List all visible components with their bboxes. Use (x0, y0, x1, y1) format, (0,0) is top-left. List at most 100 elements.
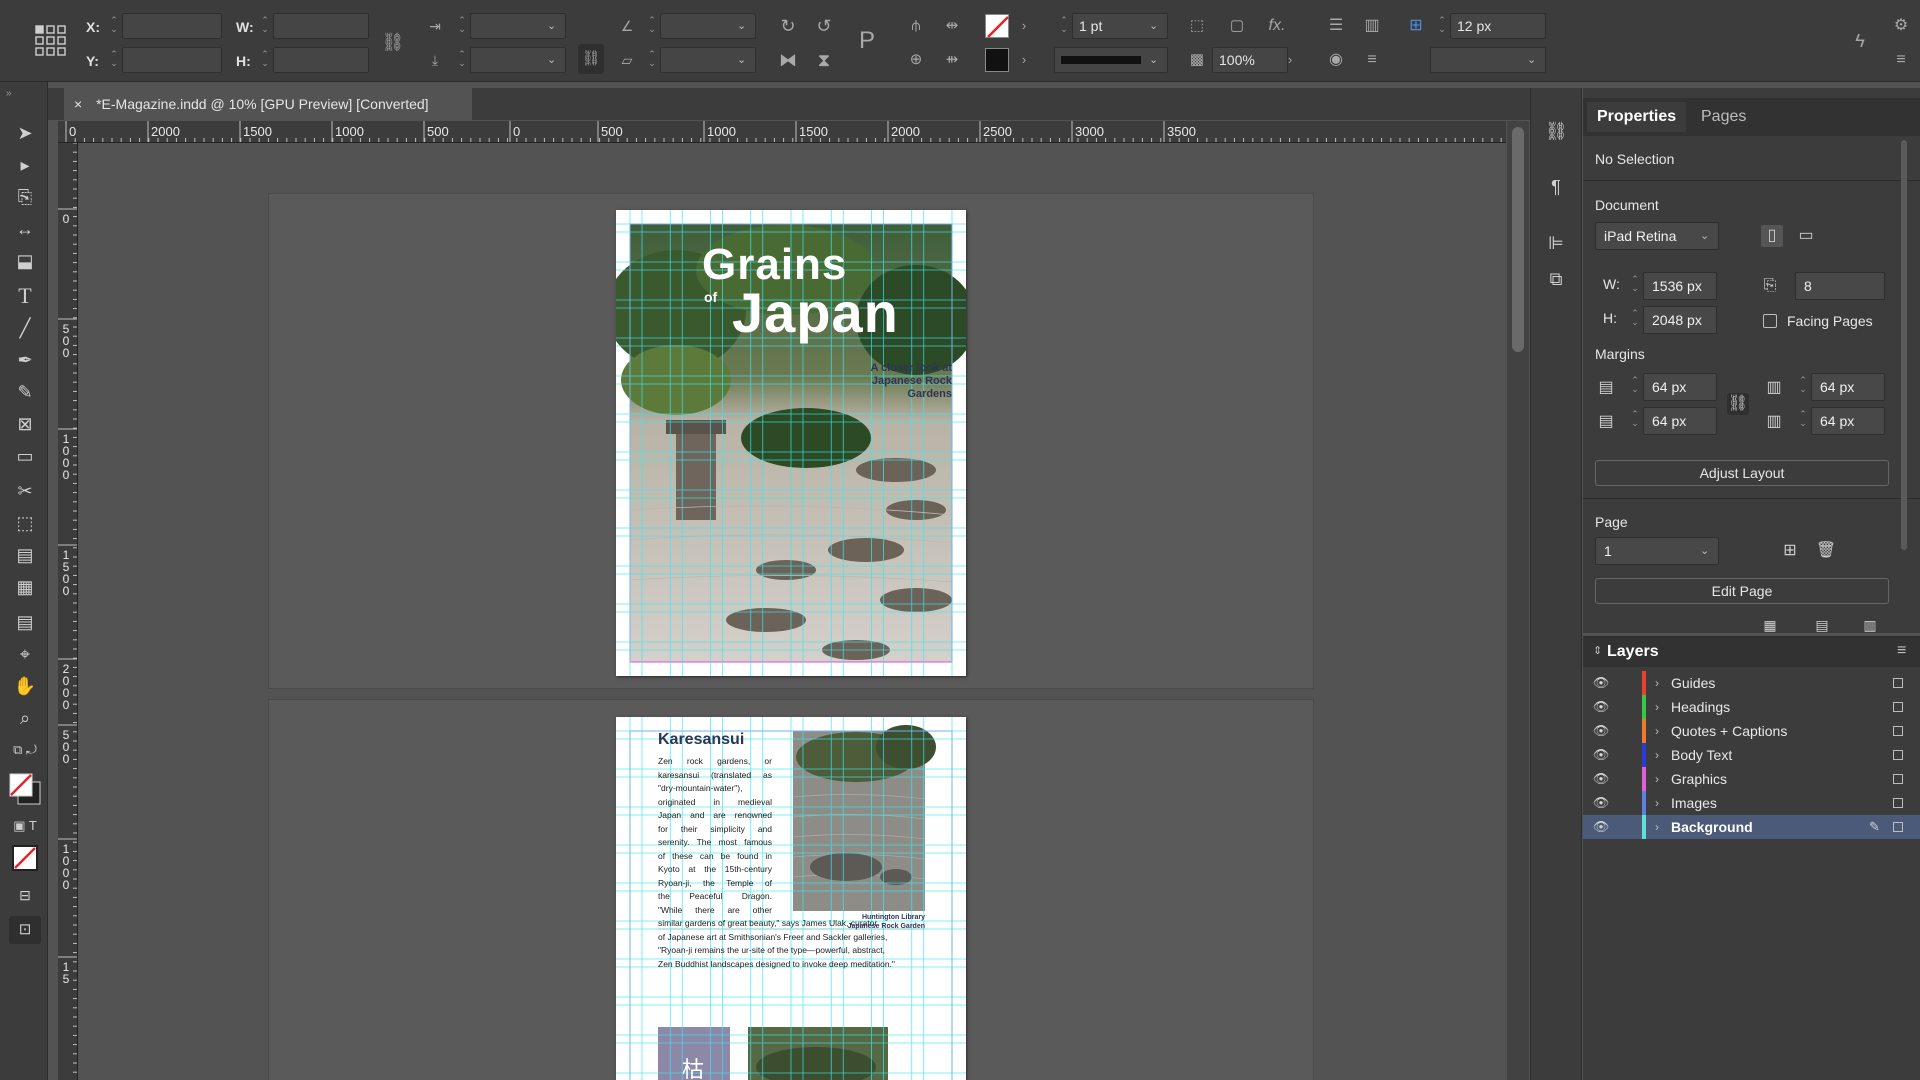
doc-height-stepper[interactable]: ⌃ ⌄ (1629, 309, 1641, 331)
link-margins-icon[interactable]: ⛓ (1727, 393, 1749, 415)
stroke-weight-stepper[interactable]: ⌃ ⌄ (1058, 16, 1070, 38)
rectangle-tool-icon[interactable]: ▭ (10, 443, 40, 469)
shear-field[interactable]: ⌄ (660, 47, 756, 73)
direct-selection-tool-icon[interactable]: ▸ (10, 152, 40, 178)
layer-target-box[interactable] (1893, 822, 1903, 832)
drop-shadow-icon[interactable]: ▢ (1226, 15, 1248, 37)
scale-x-stepper[interactable]: ⌃ ⌄ (456, 16, 468, 38)
margin-left-field[interactable]: 64 px (1811, 373, 1885, 401)
adjust-layout-button[interactable]: Adjust Layout (1595, 460, 1889, 486)
stroke-type-dropdown[interactable]: ⌄ (1054, 47, 1168, 73)
eye-icon[interactable]: 👁 (1592, 723, 1610, 739)
collapse-toolbar-icon[interactable]: » (6, 88, 18, 99)
w-field[interactable] (273, 13, 369, 39)
stroke-black-swatch[interactable] (985, 48, 1009, 72)
rotate-ccw-icon[interactable]: ↺ (812, 15, 836, 37)
expand-chevron-icon[interactable]: › (1655, 723, 1659, 739)
effects-fx-icon[interactable]: fx. (1264, 15, 1290, 37)
eye-icon[interactable]: 👁 (1592, 795, 1610, 811)
select-previous-icon[interactable]: ⇹ (940, 15, 964, 37)
selection-tool-icon[interactable]: ➤ (10, 120, 40, 146)
layer-target-box[interactable] (1893, 750, 1903, 760)
grid-icon[interactable]: ▦ (1759, 614, 1781, 636)
doc-width-field[interactable]: 1536 px (1643, 272, 1717, 300)
gradient-feather-tool-icon[interactable]: ▦ (10, 574, 40, 600)
doc-width-stepper[interactable]: ⌃ ⌄ (1629, 275, 1641, 297)
preview-mode-icon[interactable]: ⊡ (9, 916, 41, 944)
expand-chevron-icon[interactable]: › (1655, 747, 1659, 763)
fill-stroke-swatch[interactable] (8, 772, 42, 806)
margin-right-field[interactable]: 64 px (1811, 407, 1885, 435)
margin-top-field[interactable]: 64 px (1643, 373, 1717, 401)
screen-mode-icon[interactable]: ⊟ (10, 882, 40, 908)
article-page[interactable]: Karesansui Zen rock gardens, or karesansu… (616, 717, 966, 1080)
flip-horizontal-icon[interactable]: ⧓ (776, 49, 800, 71)
vertical-ruler[interactable]: 0 500 1000 1500 2000 500 1000 15 (58, 143, 78, 1080)
layer-row-quotes-captions[interactable]: 👁 › Quotes + Captions (1583, 719, 1920, 743)
w-stepper[interactable]: ⌃ ⌄ (259, 16, 271, 38)
stroke-menu-chevron-icon[interactable]: › (1016, 49, 1032, 71)
properties-scrollbar[interactable] (1901, 140, 1907, 550)
margin-top-stepper[interactable]: ⌃ ⌄ (1629, 376, 1641, 398)
layer-row-guides[interactable]: 👁 › Guides (1583, 671, 1920, 695)
page-number-dropdown[interactable]: 1 ⌄ (1595, 537, 1719, 565)
y-stepper[interactable]: ⌃ ⌄ (108, 50, 120, 72)
cover-page[interactable]: Grains of Japan A closer look at Japanes… (616, 210, 966, 676)
scissors-tool-icon[interactable]: ✂ (10, 478, 40, 504)
pencil-tool-icon[interactable]: ✎ (10, 379, 40, 405)
shear-stepper[interactable]: ⌃ ⌄ (646, 50, 658, 72)
links-panel-icon[interactable]: ⛓ (1545, 120, 1568, 142)
text-wrap-box-icon[interactable]: ▥ (1360, 15, 1384, 37)
expand-chevron-icon[interactable]: › (1655, 771, 1659, 787)
expand-chevron-icon[interactable]: › (1655, 699, 1659, 715)
menu-icon[interactable]: ≡ (1890, 49, 1912, 71)
opacity-field[interactable]: 100% (1212, 47, 1288, 73)
layer-target-box[interactable] (1893, 774, 1903, 784)
layer-row-body-text[interactable]: 👁 › Body Text (1583, 743, 1920, 767)
tab-pages[interactable]: Pages (1691, 102, 1756, 132)
flip-vertical-icon[interactable]: ⧗ (812, 49, 836, 71)
select-next-icon[interactable]: ⇻ (940, 49, 964, 71)
free-transform-tool-icon[interactable]: ⬚ (10, 510, 40, 536)
document-tab[interactable]: × *E-Magazine.indd @ 10% [GPU Preview] [… (64, 88, 472, 120)
default-fill-stroke-icon[interactable]: ⧉ ⤾ (10, 737, 40, 763)
rotation-stepper[interactable]: ⌃ ⌄ (646, 16, 658, 38)
layer-target-box[interactable] (1893, 702, 1903, 712)
number-of-pages-field[interactable]: 8 (1795, 272, 1885, 300)
h-stepper[interactable]: ⌃ ⌄ (259, 50, 271, 72)
lightning-icon[interactable]: ϟ (1848, 30, 1872, 52)
note-tool-icon[interactable]: ▤ (10, 609, 40, 635)
constrain-proportions-icon[interactable]: ⛓ (380, 31, 406, 53)
eye-icon[interactable]: 👁 (1592, 675, 1610, 691)
pasteboard[interactable]: Grains of Japan A closer look at Japanes… (78, 143, 1506, 1080)
add-page-icon[interactable]: ⊞ (1779, 540, 1801, 562)
opacity-chevron-icon[interactable]: › (1282, 49, 1298, 71)
layers-menu-icon[interactable]: ≡ (1897, 642, 1906, 660)
vertical-scrollbar[interactable] (1507, 121, 1529, 1080)
layer-target-box[interactable] (1893, 798, 1903, 808)
text-wrap-none-icon[interactable]: ☰ (1324, 15, 1348, 37)
align-panel-icon[interactable]: ⊫ (1545, 232, 1567, 254)
rectangle-frame-tool-icon[interactable]: ⊠ (10, 411, 40, 437)
horizontal-ruler[interactable]: 0 2000 1500 1000 500 0 500 1000 1500 2000 2500 3000… (58, 121, 1506, 143)
rotation-field[interactable]: ⌄ (660, 13, 756, 39)
expand-chevron-icon[interactable]: › (1655, 795, 1659, 811)
scale-x-field[interactable]: ⌄ (470, 13, 566, 39)
gradient-swatch-tool-icon[interactable]: ▤ (10, 542, 40, 568)
layer-target-box[interactable] (1893, 726, 1903, 736)
gutter-stepper[interactable]: ⌃ ⌄ (1436, 16, 1448, 38)
link-scale-icon[interactable]: ⛓ (578, 44, 604, 74)
tab-properties[interactable]: Properties (1587, 102, 1687, 132)
scale-y-field[interactable]: ⌄ (470, 47, 566, 73)
fill-none-swatch[interactable] (985, 14, 1009, 38)
scroll-thumb[interactable] (1512, 127, 1524, 352)
h-field[interactable] (273, 47, 369, 73)
select-content-icon[interactable]: ⊕ (904, 49, 928, 71)
eye-icon[interactable]: 👁 (1592, 747, 1610, 763)
object-style-dropdown[interactable]: ⌄ (1430, 47, 1546, 73)
eye-icon[interactable]: 👁 (1592, 819, 1610, 835)
layer-row-graphics[interactable]: 👁 › Graphics (1583, 767, 1920, 791)
x-field[interactable] (122, 13, 222, 39)
select-container-icon[interactable]: ⫛ (904, 15, 928, 37)
close-tab-icon[interactable]: × (74, 96, 82, 112)
